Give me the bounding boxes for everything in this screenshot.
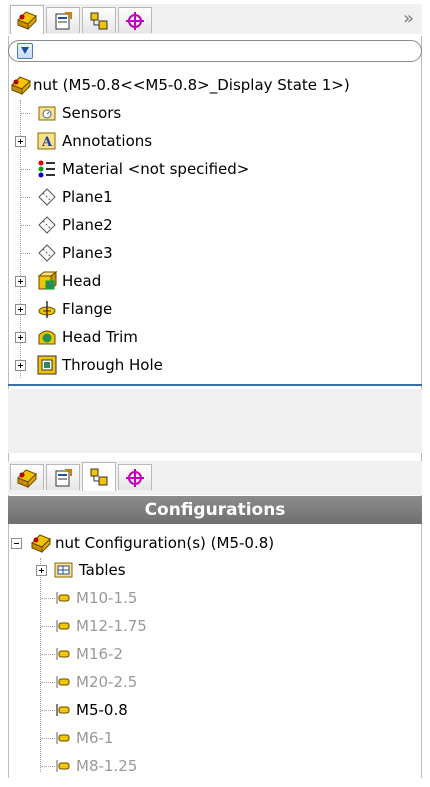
overflow-chevron[interactable]: » <box>403 8 414 29</box>
tree-root[interactable]: nut (M5-0.8<<M5-0.8>_Display State 1>) <box>10 72 350 98</box>
tree-item-label: Head <box>62 272 102 290</box>
configuration-icon <box>55 728 71 748</box>
tree-item-plane2[interactable]: Plane2 <box>20 212 113 238</box>
config-item[interactable]: M12-1.75 <box>41 613 147 639</box>
configuration-manager-tab[interactable] <box>82 7 116 33</box>
config-label: M12-1.75 <box>76 617 147 635</box>
pane-separator[interactable] <box>8 384 422 386</box>
tree-item-plane1[interactable]: Plane1 <box>20 184 113 210</box>
config-label: M6-1 <box>76 729 114 747</box>
feature-manager-tab[interactable] <box>10 5 44 34</box>
tree-item-head-trim[interactable]: Head Trim <box>15 324 138 350</box>
config-label: M10-1.5 <box>76 589 138 607</box>
tree-item-label: Sensors <box>62 104 122 122</box>
part-icon <box>10 75 31 96</box>
config-label: M16-2 <box>76 645 123 663</box>
tree-item-label: Plane2 <box>62 216 113 234</box>
plane-icon <box>37 243 57 263</box>
config-label: M5-0.8 <box>76 701 128 719</box>
dimxpert-manager-tab[interactable] <box>118 464 152 490</box>
part-icon <box>30 533 51 554</box>
config-item[interactable]: M20-2.5 <box>41 669 137 695</box>
config-label: M20-2.5 <box>76 673 138 691</box>
expand-toggle[interactable] <box>15 303 26 315</box>
config-root[interactable]: nut Configuration(s) (M5-0.8) <box>11 530 274 556</box>
tree-filter-input[interactable] <box>8 40 422 62</box>
config-tables[interactable]: Tables <box>36 557 126 583</box>
tables-icon <box>54 560 74 580</box>
material-icon <box>37 159 57 179</box>
configuration-icon <box>55 756 71 776</box>
config-item-active[interactable]: M5-0.8 <box>41 697 128 723</box>
svg-text:A: A <box>41 135 53 150</box>
configuration-manager-icon <box>90 12 108 29</box>
configuration-manager-tab[interactable] <box>82 462 116 491</box>
tree-item-label: Head Trim <box>62 328 138 346</box>
bottom-tab-bar <box>8 461 422 495</box>
sensors-icon <box>37 103 57 123</box>
part-icon <box>17 11 37 30</box>
expand-toggle[interactable] <box>15 331 26 343</box>
config-item[interactable]: M16-2 <box>41 641 123 667</box>
property-manager-tab[interactable] <box>46 464 80 490</box>
config-item[interactable]: M10-1.5 <box>41 585 137 611</box>
tree-root-label: nut (M5-0.8<<M5-0.8>_Display State 1>) <box>33 76 350 94</box>
configurations-header: Configurations <box>8 496 422 524</box>
configuration-icon <box>55 700 71 720</box>
cut-icon <box>37 327 57 347</box>
tree-item-label: Flange <box>62 300 113 318</box>
configuration-icon <box>55 644 71 664</box>
tree-item-label: Annotations <box>62 132 153 150</box>
tree-item-label: Plane3 <box>62 244 113 262</box>
hole-icon <box>37 355 57 375</box>
collapse-toggle[interactable] <box>11 537 22 549</box>
tree-item-material[interactable]: Material <not specified> <box>20 156 250 182</box>
property-manager-icon <box>55 468 72 486</box>
revolve-icon <box>37 299 57 319</box>
config-item[interactable]: M8-1.25 <box>41 753 137 779</box>
config-label: M8-1.25 <box>76 757 138 775</box>
extrude-icon <box>37 270 58 291</box>
dimxpert-icon <box>126 11 144 30</box>
tree-item-annotations[interactable]: A Annotations <box>15 128 152 154</box>
dimxpert-icon <box>126 468 144 487</box>
expand-toggle[interactable] <box>36 564 47 576</box>
expand-toggle[interactable] <box>15 135 26 147</box>
expand-toggle[interactable] <box>15 275 26 287</box>
feature-manager-tab[interactable] <box>10 464 44 490</box>
config-item[interactable]: M6-1 <box>41 725 113 751</box>
plane-icon <box>37 187 57 207</box>
tree-item-through-hole[interactable]: Through Hole <box>15 352 163 378</box>
configuration-icon <box>55 588 71 608</box>
tree-item-plane3[interactable]: Plane3 <box>20 240 113 266</box>
tree-item-head[interactable]: Head <box>15 268 101 294</box>
dimxpert-manager-tab[interactable] <box>118 7 152 33</box>
filter-icon[interactable] <box>17 43 33 59</box>
part-icon <box>17 468 37 488</box>
property-manager-tab[interactable] <box>46 7 80 33</box>
tables-label: Tables <box>79 561 126 579</box>
tree-item-sensors[interactable]: Sensors <box>20 100 122 126</box>
config-root-label: nut Configuration(s) (M5-0.8) <box>55 534 275 552</box>
property-manager-icon <box>55 11 72 29</box>
plane-icon <box>37 215 57 235</box>
configuration-manager-icon <box>90 468 108 486</box>
tree-item-label: Through Hole <box>62 356 163 374</box>
configuration-icon <box>55 672 71 692</box>
tree-item-label: Material <not specified> <box>62 160 250 178</box>
empty-pane-area <box>8 389 422 453</box>
tree-item-flange[interactable]: Flange <box>15 296 112 322</box>
configuration-icon <box>55 616 71 636</box>
expand-toggle[interactable] <box>15 359 26 371</box>
tree-item-label: Plane1 <box>62 188 113 206</box>
annotations-icon: A <box>37 131 57 151</box>
top-tab-bar: » <box>8 4 422 34</box>
